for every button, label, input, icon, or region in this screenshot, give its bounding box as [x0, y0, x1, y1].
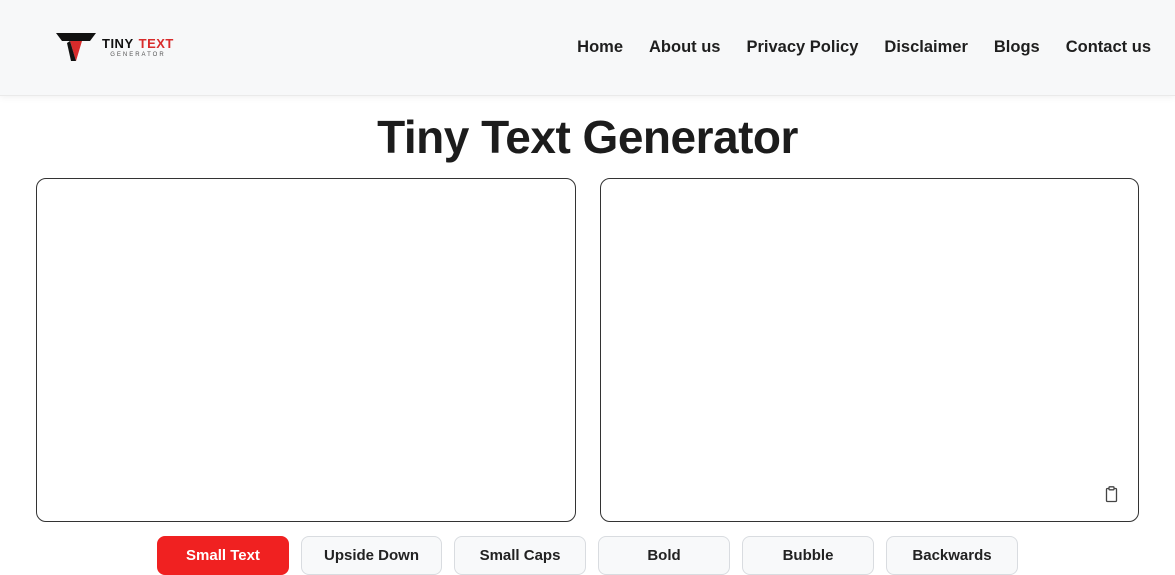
main-nav: Home About us Privacy Policy Disclaimer … — [577, 38, 1151, 57]
btn-backwards[interactable]: Backwards — [886, 536, 1018, 575]
style-buttons: Small Text Upside Down Small Caps Bold B… — [36, 536, 1139, 575]
logo-word2: TEXT — [139, 37, 174, 50]
nav-about[interactable]: About us — [649, 38, 721, 57]
btn-bubble[interactable]: Bubble — [742, 536, 874, 575]
nav-disclaimer[interactable]: Disclaimer — [884, 38, 967, 57]
logo-text: TINY TEXT GENERATOR — [102, 37, 174, 58]
output-text[interactable] — [601, 179, 1139, 521]
logo-mark-icon — [56, 31, 98, 65]
copy-button[interactable] — [1100, 483, 1122, 505]
btn-small-caps[interactable]: Small Caps — [454, 536, 586, 575]
input-textarea[interactable] — [37, 179, 575, 521]
clipboard-icon — [1104, 486, 1119, 503]
main-content: Tiny Text Generator Small Text Upside Do… — [0, 110, 1175, 575]
logo[interactable]: TINY TEXT GENERATOR — [24, 31, 174, 65]
nav-home[interactable]: Home — [577, 38, 623, 57]
nav-blogs[interactable]: Blogs — [994, 38, 1040, 57]
header: TINY TEXT GENERATOR Home About us Privac… — [0, 0, 1175, 96]
btn-bold[interactable]: Bold — [598, 536, 730, 575]
input-pane — [36, 178, 576, 522]
nav-privacy[interactable]: Privacy Policy — [747, 38, 859, 57]
text-panes — [36, 178, 1139, 522]
btn-small-text[interactable]: Small Text — [157, 536, 289, 575]
page-title: Tiny Text Generator — [36, 110, 1139, 164]
nav-contact[interactable]: Contact us — [1066, 38, 1151, 57]
logo-sub: GENERATOR — [102, 52, 174, 58]
btn-upside-down[interactable]: Upside Down — [301, 536, 442, 575]
output-pane — [600, 178, 1140, 522]
logo-word1: TINY — [102, 37, 134, 50]
